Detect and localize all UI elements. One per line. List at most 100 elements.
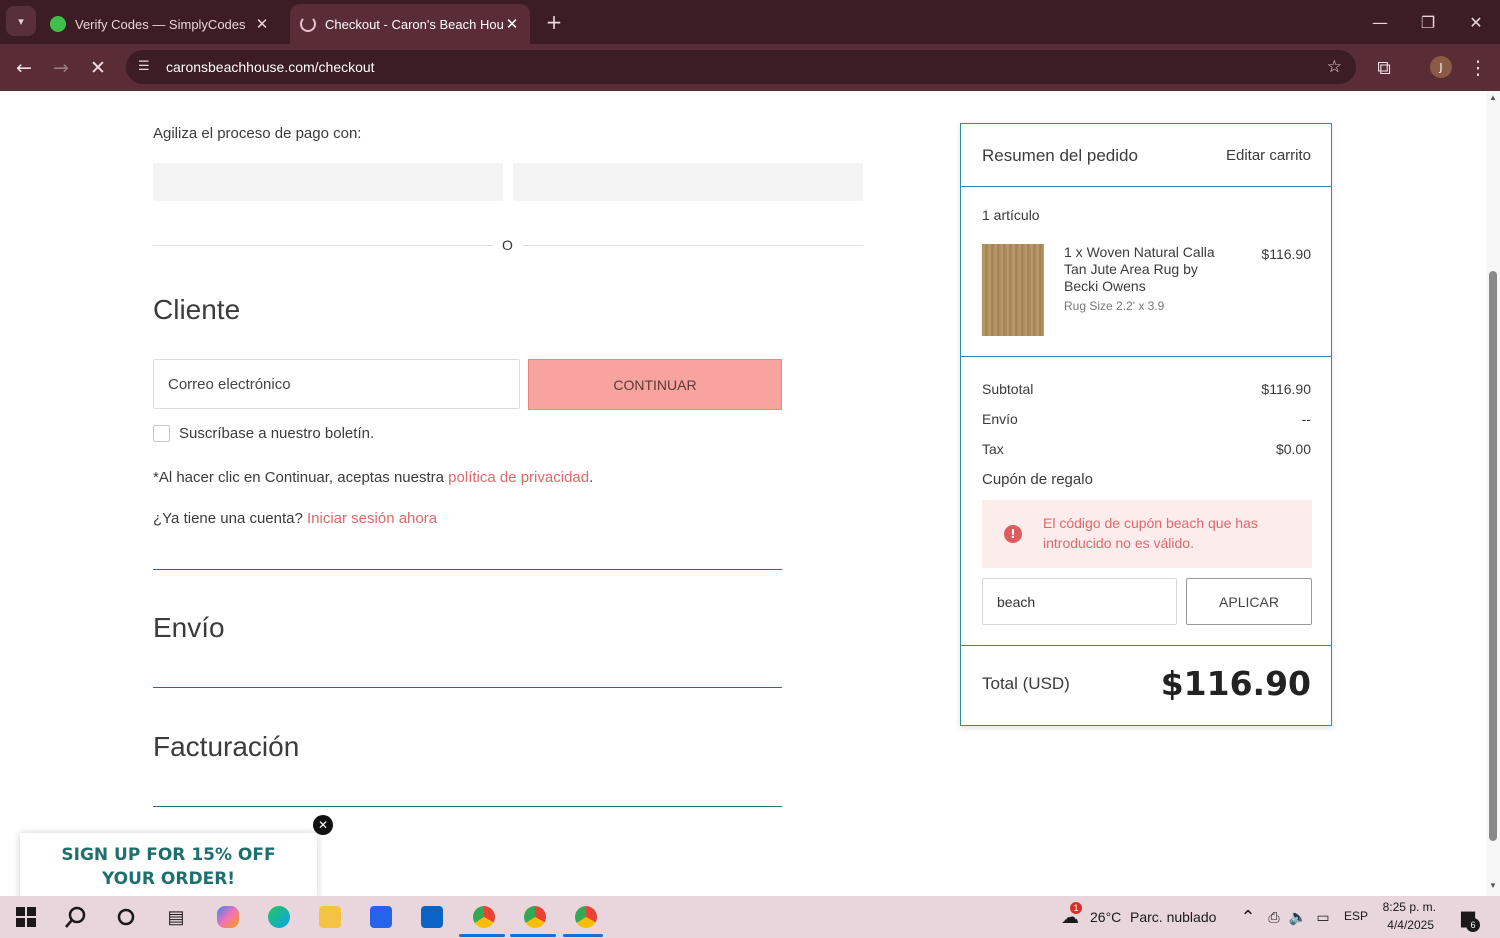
total-value: $116.90 (1160, 664, 1311, 703)
browser-menu-icon[interactable]: ⋮ (1462, 52, 1494, 84)
apply-coupon-button[interactable]: APLICAR (1186, 578, 1312, 625)
tax-label: Tax (982, 441, 1004, 457)
item-count: 1 artículo (982, 207, 1040, 223)
order-summary-card: Resumen del pedido Editar carrito 1 artí… (960, 123, 1332, 726)
language-indicator[interactable]: ESP (1344, 909, 1368, 923)
weather-temperature[interactable]: 26°C (1090, 909, 1121, 925)
active-app-indicator (510, 934, 556, 937)
express-checkout-label: Agiliza el proceso de pago con: (153, 125, 362, 142)
product-name: 1 x Woven Natural Calla Tan Jute Area Ru… (1064, 244, 1215, 295)
signup-promo-banner[interactable]: SIGN UP FOR 15% OFF YOUR ORDER! (20, 833, 317, 896)
profile-avatar[interactable]: J (1430, 56, 1452, 78)
simplycodes-favicon-icon (50, 16, 66, 32)
restore-icon[interactable]: ❐ (1404, 0, 1452, 44)
promo-close-icon[interactable]: ✕ (313, 815, 333, 835)
coupon-error-message: El código de cupón beach que has introdu… (1043, 515, 1258, 551)
browser-tab-bar: ▾ Verify Codes — SimplyCodes ✕ Checkout … (0, 0, 1500, 44)
product-price: $116.90 (1261, 246, 1311, 262)
billing-heading[interactable]: Facturación (153, 731, 299, 763)
continue-button[interactable]: CONTINUAR (528, 359, 782, 410)
url-text: caronsbeachhouse.com/checkout (166, 59, 375, 75)
site-info-icon[interactable]: ☰ (138, 59, 154, 75)
promo-text: SIGN UP FOR 15% OFF YOUR ORDER! (61, 845, 276, 889)
tab-title: Checkout - Caron's Beach Hous (325, 16, 504, 32)
product-name-line: 1 x Woven Natural Calla (1064, 244, 1215, 260)
cortana-circle-icon[interactable] (112, 903, 140, 931)
error-info-icon: ! (1004, 525, 1022, 543)
browser-toolbar: ← → ✕ ☰ caronsbeachhouse.com/checkout ☆ … (0, 44, 1500, 91)
subtotal-value: $116.90 (1261, 381, 1311, 397)
scrollbar-thumb[interactable] (1489, 271, 1497, 841)
shipping-heading[interactable]: Envío (153, 612, 225, 644)
show-hidden-icons-chevron-icon[interactable]: ⌃ (1234, 903, 1262, 931)
stop-loading-icon[interactable]: ✕ (82, 52, 114, 84)
product-variant: Rug Size 2.2' x 3.9 (1064, 299, 1165, 313)
notification-count-badge: 6 (1466, 918, 1480, 932)
product-name-line: Becki Owens (1064, 278, 1146, 294)
summary-divider (961, 186, 1331, 187)
edge-browser-icon[interactable] (265, 903, 293, 931)
back-arrow-icon[interactable]: ← (8, 52, 40, 84)
section-divider (153, 569, 782, 570)
tab-close-icon[interactable]: ✕ (504, 15, 520, 33)
signin-link[interactable]: Iniciar sesión ahora (307, 510, 437, 527)
account-prompt: ¿Ya tiene una cuenta? Iniciar sesión aho… (153, 510, 437, 527)
express-pay-button-2[interactable] (513, 163, 863, 201)
copilot-icon[interactable] (214, 903, 242, 931)
privacy-policy-link[interactable]: política de privacidad (448, 469, 589, 486)
section-divider (153, 687, 782, 688)
weather-description[interactable]: Parc. nublado (1130, 909, 1216, 925)
volume-icon[interactable]: 🔈 (1284, 903, 1312, 931)
chrome-profile-a2-icon[interactable] (572, 903, 600, 931)
email-placeholder: Correo electrónico (168, 375, 291, 393)
shipping-value: -- (1301, 411, 1311, 427)
active-app-indicator (563, 934, 603, 937)
divider-left (153, 245, 493, 246)
checkout-page: Agiliza el proceso de pago con: O Client… (0, 91, 1500, 896)
newsletter-label: Suscríbase a nuestro boletín. (179, 425, 375, 442)
newsletter-checkbox[interactable] (153, 425, 170, 442)
windows-taskbar: ▤ ☁ 1 26°C Parc. nublado ⌃ ⎙ 🔈 ▭ ESP 8:2… (0, 896, 1500, 938)
summary-title: Resumen del pedido (982, 146, 1138, 165)
divider-right (523, 245, 863, 246)
tab-close-icon[interactable]: ✕ (254, 15, 270, 33)
coupon-link[interactable]: Cupón de regalo (982, 471, 1093, 488)
active-app-indicator (459, 934, 505, 937)
search-icon[interactable] (62, 903, 90, 931)
clock-time[interactable]: 8:25 p. m. (1376, 900, 1436, 914)
chrome-profile-a-icon[interactable] (521, 903, 549, 931)
privacy-suffix: . (589, 469, 594, 486)
extensions-puzzle-icon[interactable]: ⧉ (1368, 52, 1400, 84)
clock-date[interactable]: 4/4/2025 (1376, 918, 1434, 932)
new-tab-icon[interactable]: + (540, 8, 568, 36)
privacy-notice: *Al hacer clic en Continuar, aceptas nue… (153, 469, 593, 486)
chrome-profile-j-icon[interactable] (470, 903, 498, 931)
tab-checkout[interactable]: Checkout - Caron's Beach Hous ✕ (290, 4, 530, 44)
minimize-icon[interactable]: — (1356, 0, 1404, 44)
summary-divider (961, 645, 1331, 646)
section-divider (153, 806, 782, 807)
file-explorer-icon[interactable] (316, 903, 344, 931)
tax-value: $0.00 (1275, 441, 1311, 457)
privacy-prefix: *Al hacer clic en Continuar, aceptas nue… (153, 469, 449, 486)
bookmark-star-icon[interactable]: ☆ (1327, 57, 1342, 77)
customer-heading: Cliente (153, 294, 241, 325)
email-field[interactable]: Correo electrónico (153, 359, 520, 409)
edit-cart-link[interactable]: Editar carrito (1226, 147, 1311, 164)
scroll-up-arrow-icon[interactable]: ▲ (1488, 93, 1498, 102)
address-bar[interactable]: ☰ caronsbeachhouse.com/checkout ☆ (126, 50, 1356, 84)
network-icon[interactable]: ▭ (1309, 903, 1337, 931)
scroll-down-arrow-icon[interactable]: ▼ (1488, 881, 1498, 890)
loading-spinner-icon (300, 16, 316, 32)
product-thumbnail[interactable] (982, 244, 1044, 336)
microsoft-store-icon[interactable] (367, 903, 395, 931)
forward-arrow-icon[interactable]: → (45, 52, 77, 84)
outlook-icon[interactable] (418, 903, 446, 931)
task-view-icon[interactable]: ▤ (162, 903, 190, 931)
close-window-icon[interactable]: ✕ (1452, 0, 1500, 44)
tab-search-chevron-icon[interactable]: ▾ (6, 6, 36, 36)
windows-start-icon[interactable] (12, 903, 40, 931)
coupon-code-input[interactable]: beach (982, 578, 1177, 625)
express-pay-button-1[interactable] (153, 163, 503, 201)
tab-verify-codes[interactable]: Verify Codes — SimplyCodes ✕ (40, 4, 280, 44)
